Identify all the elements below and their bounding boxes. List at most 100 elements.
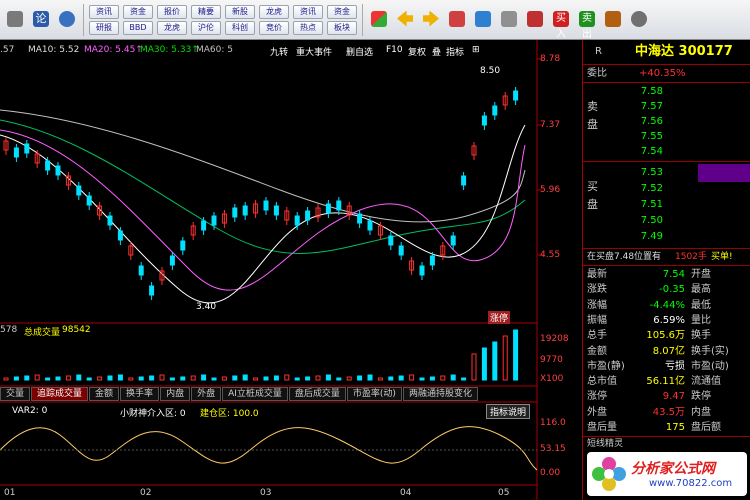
sell-level-row[interactable]: 7.56 <box>583 114 750 129</box>
candle-body <box>336 200 342 211</box>
toolbar-btn-7a[interactable]: 资金 <box>327 4 357 19</box>
toolbar-divider <box>362 3 363 36</box>
volume-bar <box>388 376 394 381</box>
toolbar-btn-7b[interactable]: 板块 <box>327 20 357 35</box>
buy-level-row[interactable]: 7.50 <box>583 213 750 228</box>
short-term-row[interactable]: 短线精灵 <box>583 437 750 452</box>
kline-chart-area[interactable]: .57 MA10: 5.52 MA20: 5.45↑ MA30: 5.33↑ M… <box>0 40 569 500</box>
layout-button[interactable] <box>366 2 392 38</box>
tab-track-volume[interactable]: 追踪成交量 <box>31 387 89 401</box>
stat-label: 振幅 <box>587 314 607 326</box>
sell-level-row[interactable]: 7.57 <box>583 99 750 114</box>
ma30-label: MA30: 5.33↑ <box>140 45 199 55</box>
indicator-tabs: 交量 追踪成交量 金额 换手率 内盘 外盘 AI立桩成交量 盘后成交量 市盈率(… <box>0 387 479 401</box>
candle-body <box>76 185 82 196</box>
candle-body <box>263 200 269 211</box>
buy-level-row[interactable]: 7.51 <box>583 197 750 212</box>
buy-level-row[interactable]: 7.53 <box>583 165 750 180</box>
sell-level-row[interactable]: 7.55 <box>583 129 750 144</box>
home-button[interactable] <box>2 2 28 38</box>
candle-body <box>45 160 51 171</box>
tab-volume[interactable]: 交量 <box>0 387 31 401</box>
volume-bar <box>149 375 155 381</box>
toolbar-btn-2a[interactable]: 报价 <box>157 4 187 19</box>
indicator-button[interactable]: 指标 <box>446 45 464 58</box>
tab-outer[interactable]: 外盘 <box>191 387 222 401</box>
candle-body <box>367 220 373 231</box>
stat-label: 盘后量 <box>587 422 617 433</box>
toolbar-btn-5a[interactable]: 龙虎 <box>259 4 289 19</box>
overlay-button[interactable]: 叠 <box>432 45 441 58</box>
quote-panel: R 中海达 300177 委比 +40.35% 卖盘 7.58 7.57 7.56 7… <box>582 40 750 500</box>
volume-bar <box>45 377 51 381</box>
restore-rights-button[interactable]: 复权 <box>408 45 426 58</box>
toolbar-pair-6: 资讯 热点 <box>293 4 323 35</box>
toolbar-btn-6a[interactable]: 资讯 <box>293 4 323 19</box>
sell-level-row[interactable]: 7.54 <box>583 144 750 159</box>
grid-icon <box>371 10 387 27</box>
tab-inner[interactable]: 内盘 <box>160 387 191 401</box>
candle-body <box>461 175 467 186</box>
stat-row: 盘后量 175 盘后额 <box>583 420 750 435</box>
tool-button-4[interactable] <box>522 2 548 38</box>
candle-body <box>481 115 487 126</box>
volume-bar <box>429 376 435 381</box>
toolbar-btn-1a[interactable]: 资金 <box>123 4 153 19</box>
toolbar-btn-4b[interactable]: 科创 <box>225 20 255 35</box>
buy-price: 7.51 <box>640 199 663 210</box>
forward-button[interactable] <box>418 2 444 38</box>
settings-button[interactable] <box>626 2 652 38</box>
tab-turnover[interactable]: 换手率 <box>120 387 160 401</box>
candle-body <box>13 147 19 158</box>
discuss-button[interactable]: 论 <box>28 2 54 38</box>
toolbar-btn-6b[interactable]: 热点 <box>293 20 323 35</box>
tab-pe[interactable]: 市盈率(动) <box>346 387 402 401</box>
candle-body <box>357 213 363 224</box>
date-label-1: 01 <box>4 488 16 498</box>
toolbar-btn-0b[interactable]: 研报 <box>89 20 119 35</box>
buy-level-row[interactable]: 7.52 <box>583 181 750 196</box>
tab-ai-volume[interactable]: AI立桩成交量 <box>222 387 288 401</box>
sell-button[interactable]: 卖出 <box>574 2 600 40</box>
tab-margin[interactable]: 两融通持股变化 <box>402 387 478 401</box>
toolbar-btn-0a[interactable]: 资讯 <box>89 4 119 19</box>
volume-bar <box>398 375 404 381</box>
analysis-button[interactable] <box>54 2 80 38</box>
tool-button-2[interactable] <box>470 2 496 38</box>
stat-value: 7.54 <box>662 269 685 280</box>
tool-button-3[interactable] <box>496 2 522 38</box>
tab-after-volume[interactable]: 盘后成交量 <box>288 387 346 401</box>
sell-level-row[interactable]: 7.58 <box>583 84 750 99</box>
volume-bar <box>159 374 165 381</box>
f10-button[interactable]: F10 <box>386 45 403 55</box>
toolbar-btn-5b[interactable]: 竞价 <box>259 20 289 35</box>
stock-name-title: 中海达 300177 <box>635 44 733 59</box>
layout-toggle-button[interactable]: ⊞ <box>472 45 480 55</box>
remove-watchlist-button[interactable]: 删自选 <box>346 45 373 58</box>
event-major[interactable]: 重大事件 <box>296 45 332 58</box>
stat-value: 105.6万 <box>646 330 685 342</box>
toolbar-btn-3b[interactable]: 沪伦 <box>191 20 221 35</box>
toolbar-btn-3a[interactable]: 精要 <box>191 4 221 19</box>
indicator-help-button[interactable]: 指标说明 <box>486 404 531 419</box>
volume-bar <box>305 376 311 381</box>
arrow-left-icon <box>397 10 413 27</box>
back-button[interactable] <box>392 2 418 38</box>
buy-level-row[interactable]: 7.49 <box>583 229 750 244</box>
tool-button-1[interactable] <box>444 2 470 38</box>
ma20-line <box>0 129 526 291</box>
toolbar-btn-2b[interactable]: 龙虎 <box>157 20 187 35</box>
date-label-5: 05 <box>498 488 510 498</box>
doc-icon <box>501 10 517 27</box>
toolbar-btn-1b[interactable]: BBD <box>123 20 153 35</box>
event-jiuzhuan[interactable]: 九转 <box>270 45 288 58</box>
toolbar-pair-0: 资讯 研报 <box>89 4 119 35</box>
volume-bar <box>97 376 103 381</box>
tab-amount[interactable]: 金额 <box>89 387 120 401</box>
buy-button[interactable]: 买入 <box>548 2 574 40</box>
toolbar-btn-4a[interactable]: 新股 <box>225 4 255 19</box>
candle-body <box>273 205 279 216</box>
auction-button[interactable] <box>600 2 626 38</box>
stat-row: 金额 8.07亿 换手(实) <box>583 344 750 359</box>
indicator-axis-bottom: 0.00 <box>540 468 561 478</box>
